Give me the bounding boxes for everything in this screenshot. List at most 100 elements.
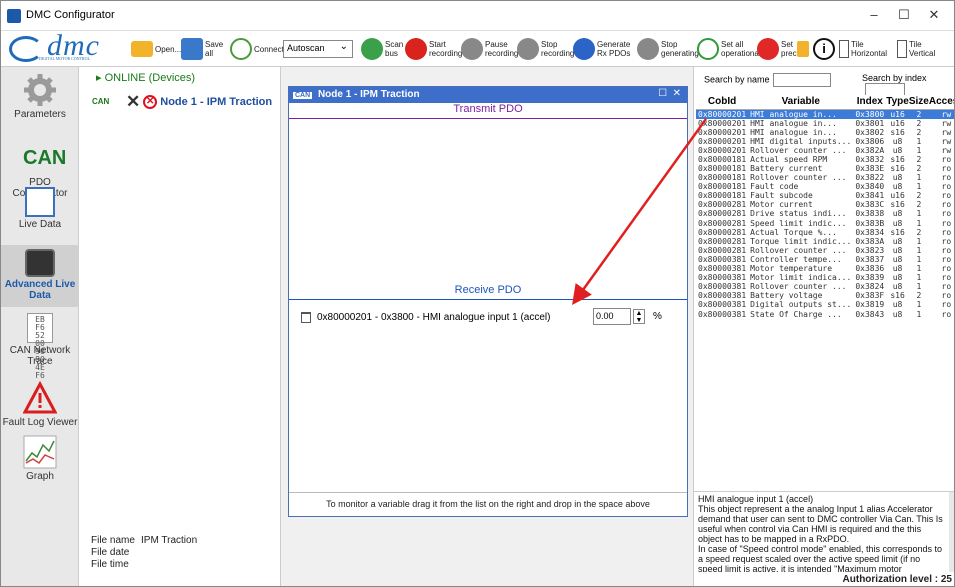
table-cell: ro bbox=[941, 200, 952, 210]
tile-vertical-button[interactable]: Tile Vertical bbox=[897, 35, 935, 63]
table-cell: ro bbox=[941, 236, 952, 246]
table-cell: 1 bbox=[916, 173, 922, 183]
table-row[interactable]: 0x80000201 HMI analogue in... 0x3800 u16 2 rw bbox=[696, 109, 954, 119]
save-icon bbox=[181, 38, 203, 60]
table-row[interactable]: 0x80000281 Actual Torque %... 0x3834 s16 2 ro bbox=[696, 227, 954, 237]
description-scrollbar[interactable] bbox=[949, 492, 954, 572]
generate-rx-button[interactable]: Generate Rx PDOs bbox=[573, 35, 631, 63]
column-header[interactable]: Variable bbox=[748, 95, 854, 110]
table-row[interactable]: 0x80000381 Digital outputs st... 0x3819 u8 1… bbox=[696, 300, 954, 309]
pause-icon bbox=[461, 38, 483, 60]
pause-recording-button[interactable]: Pause recording bbox=[461, 35, 518, 63]
description-body: This object represent a the analog Input… bbox=[698, 504, 943, 572]
save-all-button[interactable]: Save all bbox=[181, 35, 225, 63]
pdo-value-input[interactable]: 0.00 bbox=[593, 308, 631, 325]
minimize-button[interactable]: – bbox=[859, 7, 889, 25]
table-cell: ro bbox=[941, 245, 952, 255]
stop-icon bbox=[517, 38, 539, 60]
tile-horizontal-button[interactable]: Tile Horizontal bbox=[839, 35, 887, 63]
table-row[interactable]: 0x80000201 HMI analogue in... 0x3802 s16 2 rw bbox=[696, 128, 954, 137]
receive-pdo-row[interactable]: 0x80000201 - 0x3800 - HMI analogue input… bbox=[301, 307, 673, 327]
table-row[interactable]: 0x80000381 Motor temperature 0x3836 u8 1 ro bbox=[696, 264, 954, 274]
table-cell: u8 bbox=[892, 254, 903, 264]
table-row[interactable]: 0x80000281 Drive status indi... 0x3838 u8 1 r… bbox=[696, 209, 954, 219]
table-row[interactable]: 0x80000181 Actual speed RPM 0x3832 s16 2 ro bbox=[696, 154, 954, 164]
column-header[interactable]: Access bbox=[928, 95, 954, 110]
open-button[interactable]: Open... bbox=[131, 35, 181, 63]
nav-advanced-live-data[interactable]: Advanced Live Data bbox=[1, 245, 79, 307]
table-cell: 1 bbox=[916, 309, 922, 319]
maximize-button[interactable]: ☐ bbox=[889, 7, 919, 25]
table-cell: 0x80000201 bbox=[696, 109, 749, 119]
nav-can-network-trace[interactable]: EB F6 52 00 90 80 4E F6 CAN Network Trace bbox=[1, 313, 79, 380]
scan-bus-button[interactable]: Scan bus bbox=[361, 35, 403, 63]
variable-description: HMI analogue input 1 (accel) This object… bbox=[694, 491, 954, 572]
nav-parameters[interactable]: Parameters bbox=[1, 73, 79, 120]
table-cell: 0x3841 bbox=[855, 191, 885, 201]
column-header[interactable]: Size bbox=[908, 95, 929, 110]
table-row[interactable]: 0x80000201 Rollover counter ... 0x382A u8 1 r… bbox=[696, 146, 954, 155]
nav-graph[interactable]: Graph bbox=[1, 435, 79, 482]
column-header[interactable]: CobId bbox=[696, 95, 749, 110]
table-cell: Fault code bbox=[750, 182, 799, 192]
nav-live-data[interactable]: Live Data bbox=[1, 187, 79, 230]
connect-button[interactable]: Connect bbox=[230, 35, 284, 63]
table-cell: 0x3834 bbox=[855, 227, 885, 237]
table-cell: State Of Charge ... bbox=[750, 309, 842, 319]
table-cell: ro bbox=[941, 264, 952, 274]
pdo-window-controls[interactable]: ☐ ✕ bbox=[658, 88, 681, 99]
table-cell: 0x3800 bbox=[853, 109, 887, 119]
table-cell: 0x80000281 bbox=[698, 200, 747, 210]
table-row[interactable]: 0x80000381 Rollover counter ... 0x3824 u8 1 r… bbox=[696, 282, 954, 291]
table-cell: u8 bbox=[892, 218, 903, 228]
close-button[interactable]: ✕ bbox=[919, 7, 949, 25]
window-title: DMC Configurator bbox=[26, 9, 115, 21]
table-cell: 0x3832 bbox=[855, 154, 885, 164]
tree-node[interactable]: ✕ ✕ Node 1 - IPM Traction bbox=[126, 92, 272, 112]
table-row[interactable]: 0x80000181 Battery current 0x383E s16 2 ro bbox=[696, 164, 954, 174]
nav-fault-log-viewer[interactable]: Fault Log Viewer bbox=[1, 380, 79, 428]
table-cell: 0x80000181 bbox=[698, 182, 747, 192]
info-button[interactable]: i bbox=[813, 35, 835, 63]
table-row[interactable]: 0x80000281 Torque limit indic... 0x383A u8 1… bbox=[696, 236, 954, 246]
table-cell: ro bbox=[941, 254, 952, 264]
table-cell: Drive status indi... bbox=[750, 209, 847, 219]
table-row[interactable]: 0x80000201 HMI digital inputs... 0x3806 u8 1… bbox=[696, 137, 954, 146]
stop-recording-button[interactable]: Stop recording bbox=[517, 35, 574, 63]
column-header[interactable]: Index bbox=[853, 95, 887, 110]
pdo-window-titlebar[interactable]: CAN Node 1 - IPM Traction ☐ ✕ bbox=[289, 87, 687, 103]
x-circle-icon bbox=[757, 38, 779, 60]
set-prec-button[interactable]: Set prec bbox=[757, 35, 809, 63]
table-row[interactable]: 0x80000281 Speed limit indic... 0x383B u8 1 r… bbox=[696, 218, 954, 228]
table-row[interactable]: 0x80000201 HMI analogue in... 0x3801 u16 2 rw bbox=[696, 119, 954, 128]
pdo-value-spinner[interactable]: ▲ ▼ bbox=[633, 309, 645, 324]
file-time-label: File time bbox=[91, 559, 129, 570]
table-cell: 2 bbox=[916, 191, 922, 201]
search-by-name-input[interactable] bbox=[772, 73, 831, 87]
start-recording-button[interactable]: Start recording bbox=[405, 35, 462, 63]
table-cell: u8 bbox=[892, 264, 903, 274]
stop-generating-button[interactable]: Stop generating bbox=[637, 35, 699, 63]
table-row[interactable]: 0x80000381 Battery voltage 0x383F s16 2 ro bbox=[696, 291, 954, 300]
table-row[interactable]: 0x80000181 Rollover counter ... 0x3822 u8 1 r… bbox=[696, 173, 954, 183]
table-cell: s16 bbox=[890, 164, 905, 174]
column-header[interactable]: Type bbox=[886, 95, 909, 110]
table-row[interactable]: 0x80000381 State Of Charge ... 0x3843 u8 1 ro bbox=[696, 309, 954, 319]
table-cell: 1 bbox=[916, 273, 922, 283]
table-row[interactable]: 0x80000381 Controller tempe... 0x3837 u8 1 ro bbox=[696, 254, 954, 264]
table-row[interactable]: 0x80000281 Rollover counter ... 0x3823 u8 1 r… bbox=[696, 245, 954, 255]
table-cell: Rollover counter ... bbox=[750, 173, 847, 183]
search-by-name-label: Search by name bbox=[704, 74, 770, 85]
table-row[interactable]: 0x80000181 Fault subcode 0x3841 u16 2 ro bbox=[696, 191, 954, 201]
table-cell: 1 bbox=[916, 264, 922, 274]
table-cell: ro bbox=[941, 154, 952, 164]
authorization-status: Authorization level : 25 bbox=[842, 574, 952, 585]
table-row[interactable]: 0x80000281 Motor current 0x383C s16 2 ro bbox=[696, 200, 954, 210]
tree-header[interactable]: ▸ ONLINE (Devices) bbox=[96, 71, 195, 84]
set-all-operational-button[interactable]: Set all operational bbox=[697, 35, 761, 63]
table-row[interactable]: 0x80000181 Fault code 0x3840 u8 1 ro bbox=[696, 182, 954, 192]
receive-pdo-row-text: 0x80000201 - 0x3800 - HMI analogue input… bbox=[317, 311, 551, 323]
table-row[interactable]: 0x80000381 Motor limit indica... 0x3839 u8 1… bbox=[696, 273, 954, 283]
trash-icon[interactable] bbox=[301, 311, 311, 323]
scan-mode-select[interactable]: Autoscan bbox=[283, 40, 353, 58]
